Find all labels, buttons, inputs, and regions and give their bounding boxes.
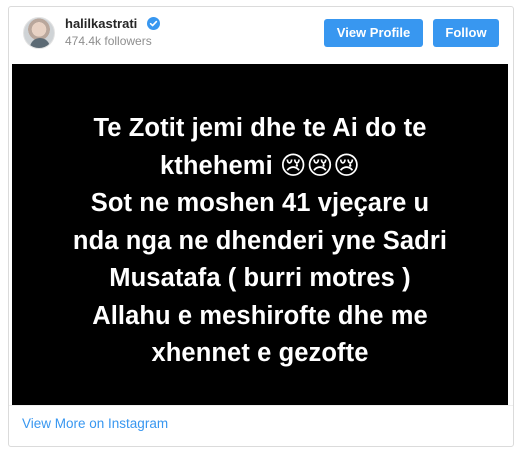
post-header: halilkastrati 474.4k followers View Prof… xyxy=(9,7,513,57)
post-text-line: xhennet e gezofte xyxy=(151,339,369,367)
view-more-link[interactable]: View More on Instagram xyxy=(22,416,168,431)
post-text-line: kthehemi 😢😢😢 xyxy=(160,151,360,180)
post-image[interactable]: Te Zotit jemi dhe te Ai do te kthehemi 😢… xyxy=(12,64,508,405)
post-text-line: nda nga ne dhenderi yne Sadri xyxy=(72,226,448,255)
verified-badge-icon xyxy=(147,17,160,30)
username[interactable]: halilkastrati xyxy=(65,16,137,31)
post-text-line: Sot ne moshen 41 vjeçare u xyxy=(90,189,430,217)
post-text: Te Zotit jemi dhe te Ai do te kthehemi 😢… xyxy=(12,110,508,373)
instagram-embed-card: halilkastrati 474.4k followers View Prof… xyxy=(8,6,514,447)
view-profile-button[interactable]: View Profile xyxy=(324,19,423,47)
post-text-line: Musatafa ( burri motres ) xyxy=(109,264,411,292)
avatar[interactable] xyxy=(23,17,55,49)
post-text-line: Te Zotit jemi dhe te Ai do te xyxy=(93,114,427,142)
post-footer: View More on Instagram xyxy=(9,405,513,447)
post-text-line: Allahu e meshirofte dhe me xyxy=(92,301,428,330)
follower-count: 474.4k followers xyxy=(65,34,152,48)
follow-button[interactable]: Follow xyxy=(433,19,499,47)
